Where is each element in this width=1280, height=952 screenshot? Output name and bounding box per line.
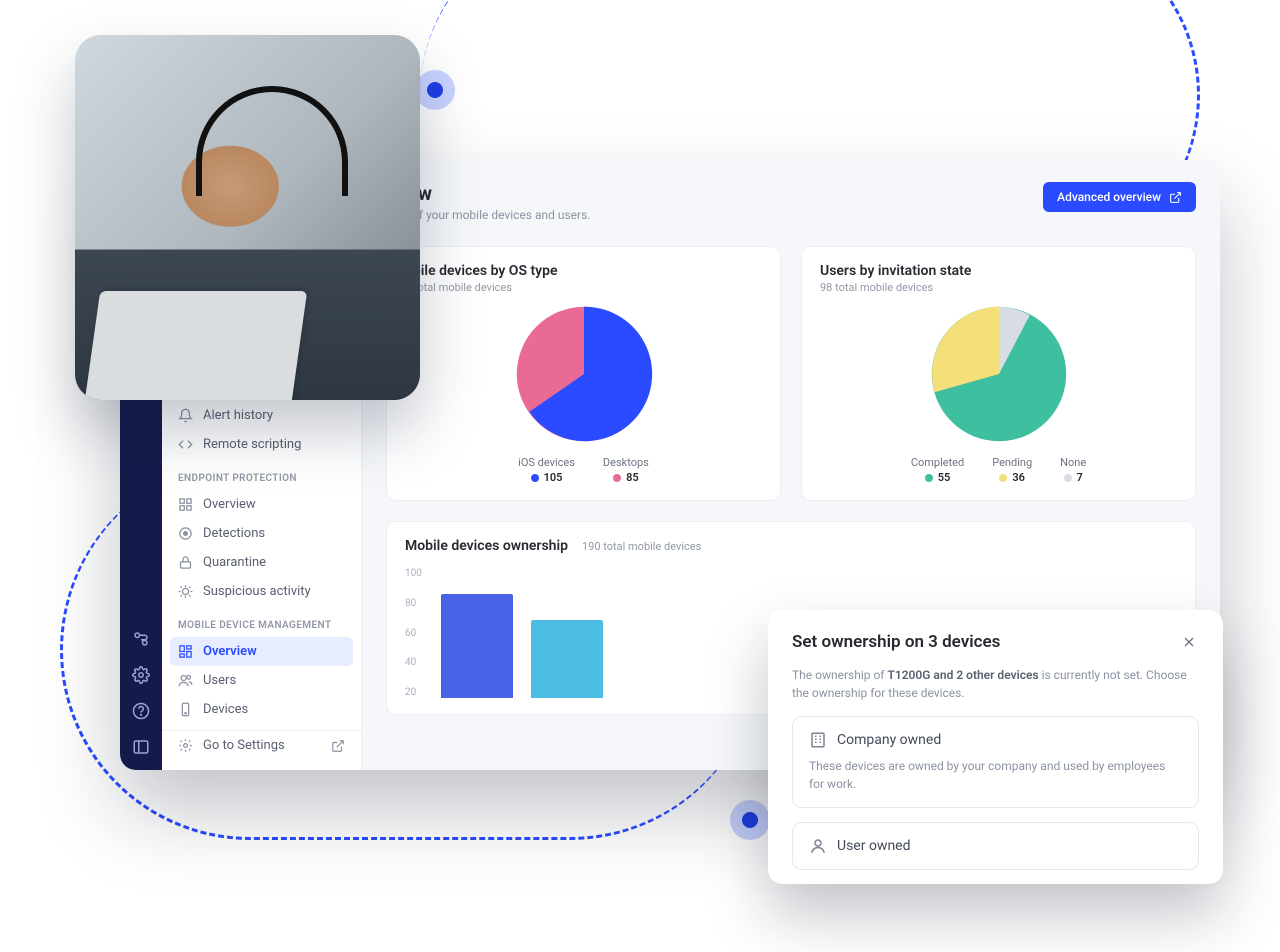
legend-users: Completed 55 Pending 36 None 7	[820, 456, 1177, 484]
option-title: User owned	[837, 838, 911, 854]
phone-icon	[178, 702, 193, 717]
sidebar-item-mdm-overview[interactable]: Overview	[170, 637, 353, 666]
card-subtitle: 98 total mobile devices	[820, 281, 1177, 294]
legend-entry-pending: Pending 36	[992, 456, 1032, 484]
bell-icon	[178, 408, 193, 423]
sidebar-item-label: Quarantine	[203, 555, 266, 570]
sidebar-section-mdm: MOBILE DEVICE MANAGEMENT	[162, 606, 361, 637]
settings-icon[interactable]	[132, 666, 150, 684]
bar-user	[531, 620, 603, 698]
sidebar-item-label: Go to Settings	[203, 738, 285, 753]
sidebar-item-remote-scripting[interactable]: Remote scripting	[162, 430, 361, 459]
y-axis: 10080604020	[405, 568, 422, 698]
sidebar-item-detections[interactable]: Detections	[162, 519, 361, 548]
sidebar-item-label: Detections	[203, 526, 265, 541]
option-company-owned[interactable]: Company owned These devices are owned by…	[792, 716, 1199, 808]
sidebar-item-label: Remote scripting	[203, 437, 301, 452]
sidebar-section-endpoint: ENDPOINT PROTECTION	[162, 459, 361, 490]
legend-entry-ios: iOS devices 105	[518, 456, 575, 484]
connector-node-bottom	[730, 800, 770, 840]
pie-chart-users	[929, 304, 1069, 444]
legend-entry-desktop: Desktops 85	[603, 456, 649, 484]
pie-chart-os	[514, 304, 654, 444]
sidebar-item-label: Alert history	[203, 408, 273, 423]
sidebar-item-label: Suspicious activity	[203, 584, 311, 599]
sidebar-item-label: Users	[203, 673, 236, 688]
option-title: Company owned	[837, 732, 941, 748]
card-title: Mobile devices ownership	[405, 538, 568, 554]
modal-description: The ownership of T1200G and 2 other devi…	[792, 666, 1199, 702]
ownership-modal: Set ownership on 3 devices The ownership…	[768, 610, 1223, 884]
integrations-icon[interactable]	[132, 630, 150, 648]
card-title: obile devices by OS type	[405, 263, 762, 279]
collapse-icon[interactable]	[132, 738, 150, 756]
button-label: Advanced overview	[1057, 190, 1161, 204]
sidebar-go-settings[interactable]: Go to Settings	[162, 730, 361, 760]
sidebar-item-label: Overview	[203, 644, 257, 659]
close-icon	[1181, 634, 1197, 650]
sidebar-item-quarantine[interactable]: Quarantine	[162, 548, 361, 577]
lock-icon	[178, 555, 193, 570]
option-user-owned[interactable]: User owned	[792, 822, 1199, 870]
sidebar-item-mdm-users[interactable]: Users	[162, 666, 361, 695]
advanced-overview-button[interactable]: Advanced overview	[1043, 182, 1196, 212]
bar-company	[441, 594, 513, 698]
sidebar-item-label: Overview	[203, 497, 256, 512]
page-header: rview nary of your mobile devices and us…	[386, 182, 1196, 222]
code-icon	[178, 437, 193, 452]
bug-icon	[178, 584, 193, 599]
legend-entry-completed: Completed 55	[911, 456, 964, 484]
card-subtitle: 190 total mobile devices	[582, 540, 701, 553]
users-icon	[178, 673, 193, 688]
legend-os: iOS devices 105 Desktops 85	[405, 456, 762, 484]
dashboard-icon	[178, 644, 193, 659]
card-devices-by-os: obile devices by OS type 0 total mobile …	[386, 246, 781, 501]
support-agent-photo	[75, 35, 420, 400]
gear-icon	[178, 738, 193, 753]
building-icon	[809, 731, 827, 749]
sidebar-item-suspicious[interactable]: Suspicious activity	[162, 577, 361, 606]
sidebar-item-mdm-devices[interactable]: Devices	[162, 695, 361, 724]
sidebar-item-label: Devices	[203, 702, 248, 717]
sidebar-item-ep-overview[interactable]: Overview	[162, 490, 361, 519]
grid-icon	[178, 497, 193, 512]
legend-entry-none: None 7	[1060, 456, 1086, 484]
connector-node-top	[415, 70, 455, 110]
modal-title: Set ownership on 3 devices	[792, 632, 1000, 652]
card-title: Users by invitation state	[820, 263, 1177, 279]
external-link-icon	[330, 738, 345, 753]
option-body: These devices are owned by your company …	[809, 757, 1182, 793]
close-button[interactable]	[1179, 632, 1199, 656]
target-icon	[178, 526, 193, 541]
card-subtitle: 0 total mobile devices	[405, 281, 762, 294]
user-icon	[809, 837, 827, 855]
external-link-icon	[1169, 191, 1182, 204]
help-icon[interactable]	[132, 702, 150, 720]
sidebar-item-alert-history[interactable]: Alert history	[162, 401, 361, 430]
card-users-by-invite: Users by invitation state 98 total mobil…	[801, 246, 1196, 501]
